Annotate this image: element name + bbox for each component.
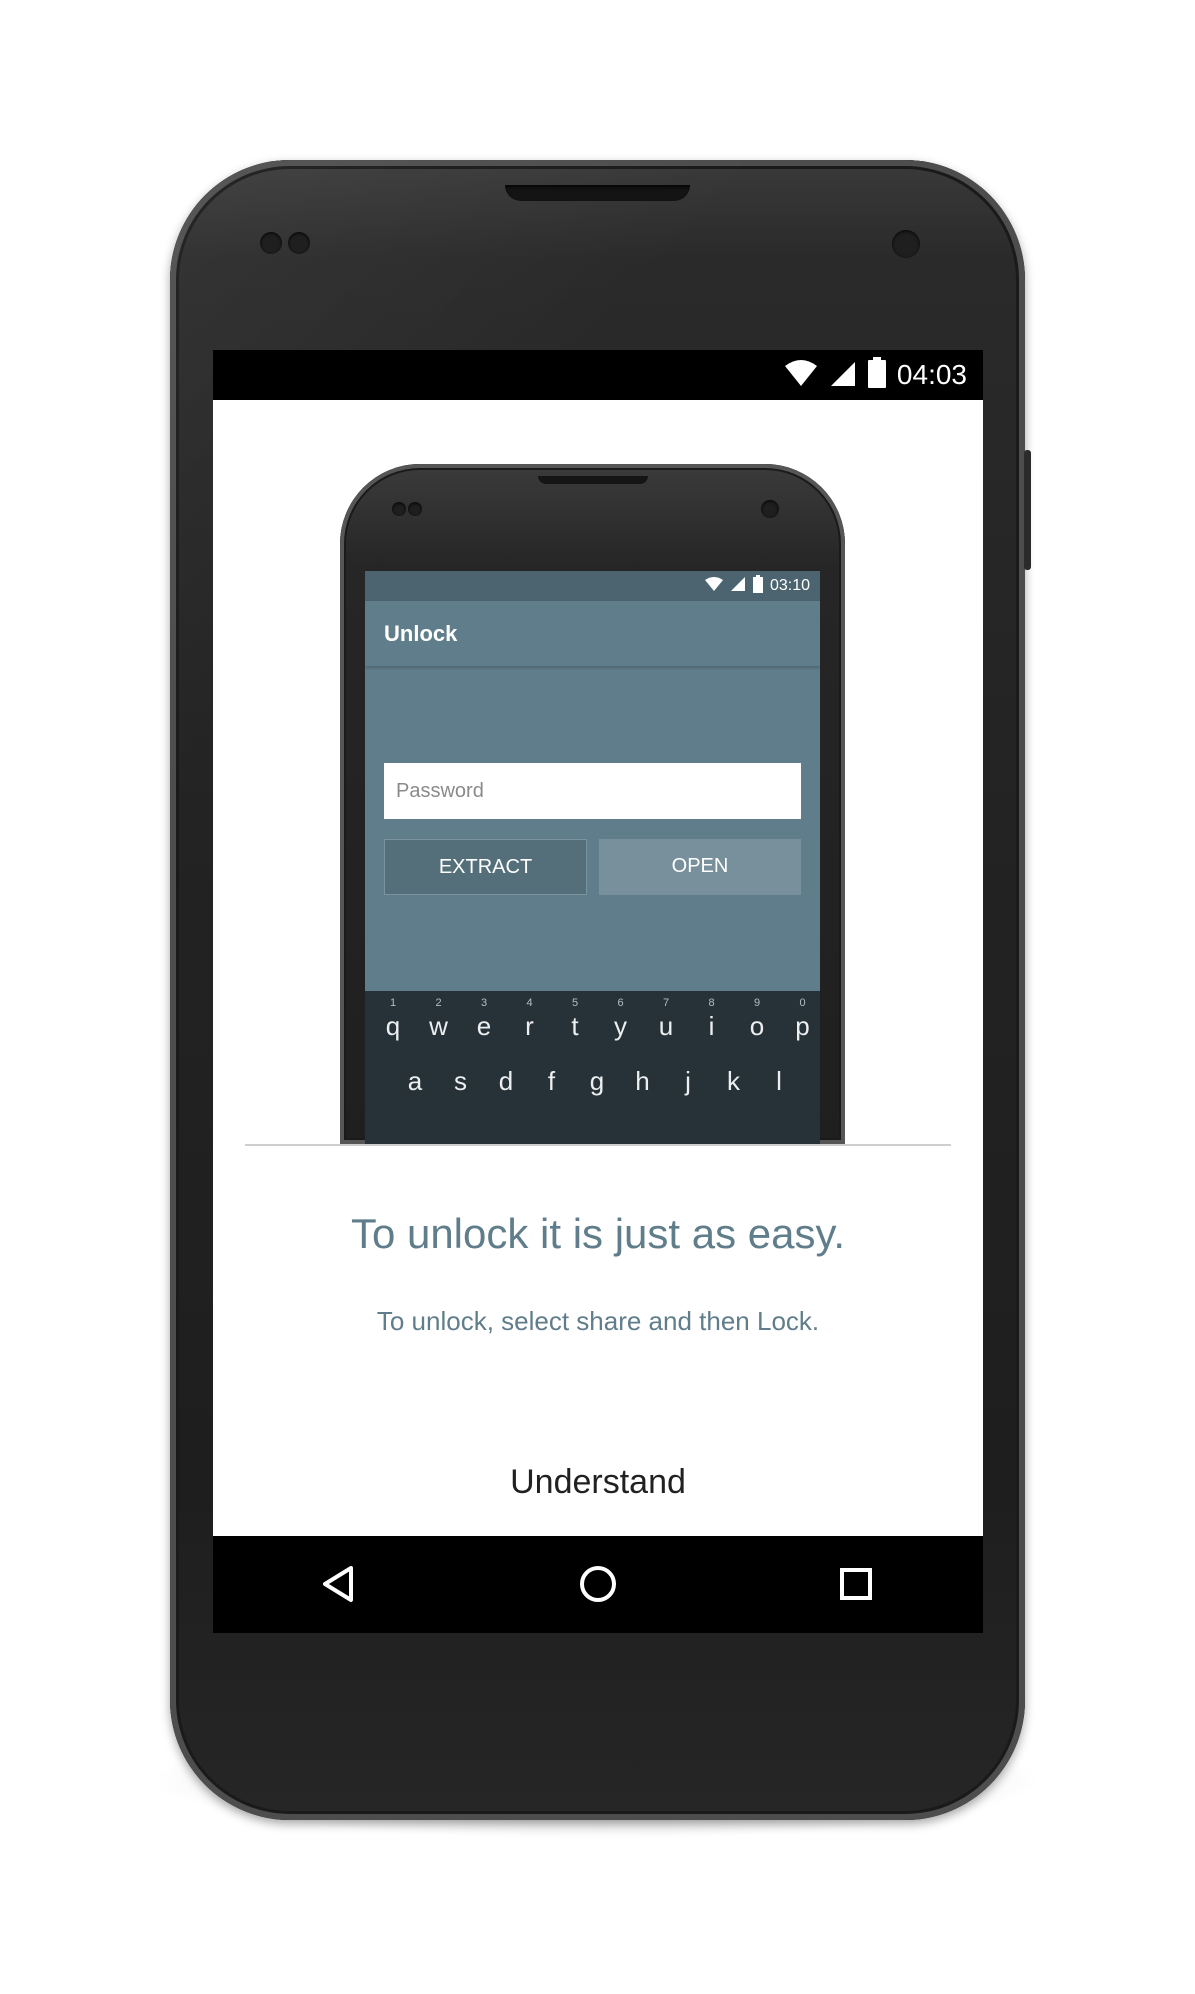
battery-icon xyxy=(867,357,887,393)
home-button[interactable] xyxy=(566,1554,630,1618)
device-screen: 04:03 03:10 Unlock Password EXTRACT OPEN… xyxy=(213,350,983,1633)
home-icon xyxy=(578,1564,618,1608)
status-bar: 04:03 xyxy=(213,350,983,400)
keyboard-key-label: a xyxy=(407,1066,423,1096)
keyboard-key-j: j xyxy=(666,1046,710,1106)
tutorial-subline: To unlock, select share and then Lock. xyxy=(376,1306,820,1336)
keyboard-key-t: 5t xyxy=(553,991,597,1051)
illustration-toolbar-title: Unlock xyxy=(384,621,458,646)
illustration-status-bar: 03:10 xyxy=(365,571,820,601)
earpiece xyxy=(505,185,690,201)
power-button xyxy=(1024,450,1031,570)
keyboard-key-q: 1q xyxy=(371,991,415,1051)
keyboard-key-f: f xyxy=(530,1046,574,1106)
illustration-earpiece xyxy=(538,476,648,484)
keyboard-row-1: 1q2w3e4r5t6y7u8i9o0p xyxy=(365,991,820,1051)
illustration-toolbar: Unlock xyxy=(365,601,820,666)
keyboard-key-r: 4r xyxy=(508,991,552,1051)
status-icons: 04:03 xyxy=(783,350,967,400)
illustration-camera xyxy=(761,500,779,518)
keyboard-key-l: l xyxy=(757,1046,801,1106)
front-sensor xyxy=(260,232,282,254)
back-button[interactable] xyxy=(307,1554,371,1618)
battery-icon xyxy=(752,575,764,597)
front-camera xyxy=(892,230,920,258)
cell-signal-icon xyxy=(730,576,746,596)
understand-button[interactable]: Understand xyxy=(448,1450,748,1514)
keyboard-key-label: d xyxy=(498,1066,514,1096)
keyboard-key-label: f xyxy=(547,1066,556,1096)
wifi-icon xyxy=(783,358,819,392)
illustration-screen: 03:10 Unlock EXTRACT OPEN 1q2w3e4r5t6y7u… xyxy=(365,571,820,1144)
illustration-phone: 03:10 Unlock EXTRACT OPEN 1q2w3e4r5t6y7u… xyxy=(340,464,845,1144)
keyboard-key-o: 9o xyxy=(735,991,779,1051)
keyboard-key-label: j xyxy=(685,1066,691,1096)
front-sensor xyxy=(288,232,310,254)
keyboard-key-a: a xyxy=(393,1046,437,1106)
keyboard-key-d: d xyxy=(484,1046,528,1106)
illustration-extract-button: EXTRACT xyxy=(384,839,587,895)
keyboard-key-i: 8i xyxy=(690,991,734,1051)
keyboard-key-h: h xyxy=(621,1046,665,1106)
illustration-divider xyxy=(245,1144,951,1146)
keyboard-key-label: s xyxy=(454,1066,467,1096)
keyboard-key-e: 3e xyxy=(462,991,506,1051)
back-icon xyxy=(319,1564,359,1608)
keyboard-key-label: h xyxy=(635,1066,650,1096)
keyboard-key-k: k xyxy=(712,1046,756,1106)
keyboard-key-label: l xyxy=(776,1066,782,1096)
status-time: 04:03 xyxy=(896,359,967,390)
illustration-status-icons: 03:10 xyxy=(704,571,810,601)
keyboard-key-y: 6y xyxy=(599,991,643,1051)
keyboard-key-label: k xyxy=(727,1066,740,1096)
tutorial-content: 03:10 Unlock EXTRACT OPEN 1q2w3e4r5t6y7u… xyxy=(213,400,983,1536)
keyboard-key-p: 0p xyxy=(781,991,821,1051)
wifi-icon xyxy=(704,576,724,596)
keyboard-key-w: 2w xyxy=(417,991,461,1051)
illustration-sensor xyxy=(392,502,406,516)
illustration-keyboard: 1q2w3e4r5t6y7u8i9o0p a s d f gh j k l xyxy=(365,991,820,1144)
keyboard-key-s: s xyxy=(439,1046,483,1106)
cell-signal-icon xyxy=(829,358,857,392)
keyboard-key-u: 7u xyxy=(644,991,688,1051)
keyboard-key-g: g xyxy=(575,1046,619,1106)
tutorial-headline: To unlock it is just as easy. xyxy=(350,1210,846,1257)
keyboard-key-label: g xyxy=(589,1066,605,1096)
recents-button[interactable] xyxy=(824,1554,888,1618)
illustration-open-button: OPEN xyxy=(599,839,801,895)
illustration-sensor xyxy=(408,502,422,516)
illustration-status-time: 03:10 xyxy=(769,577,810,594)
navigation-bar xyxy=(213,1536,983,1633)
recents-icon xyxy=(838,1566,874,1606)
keyboard-row-2: a s d f gh j k l xyxy=(365,1046,820,1106)
illustration-password-input xyxy=(384,763,801,819)
